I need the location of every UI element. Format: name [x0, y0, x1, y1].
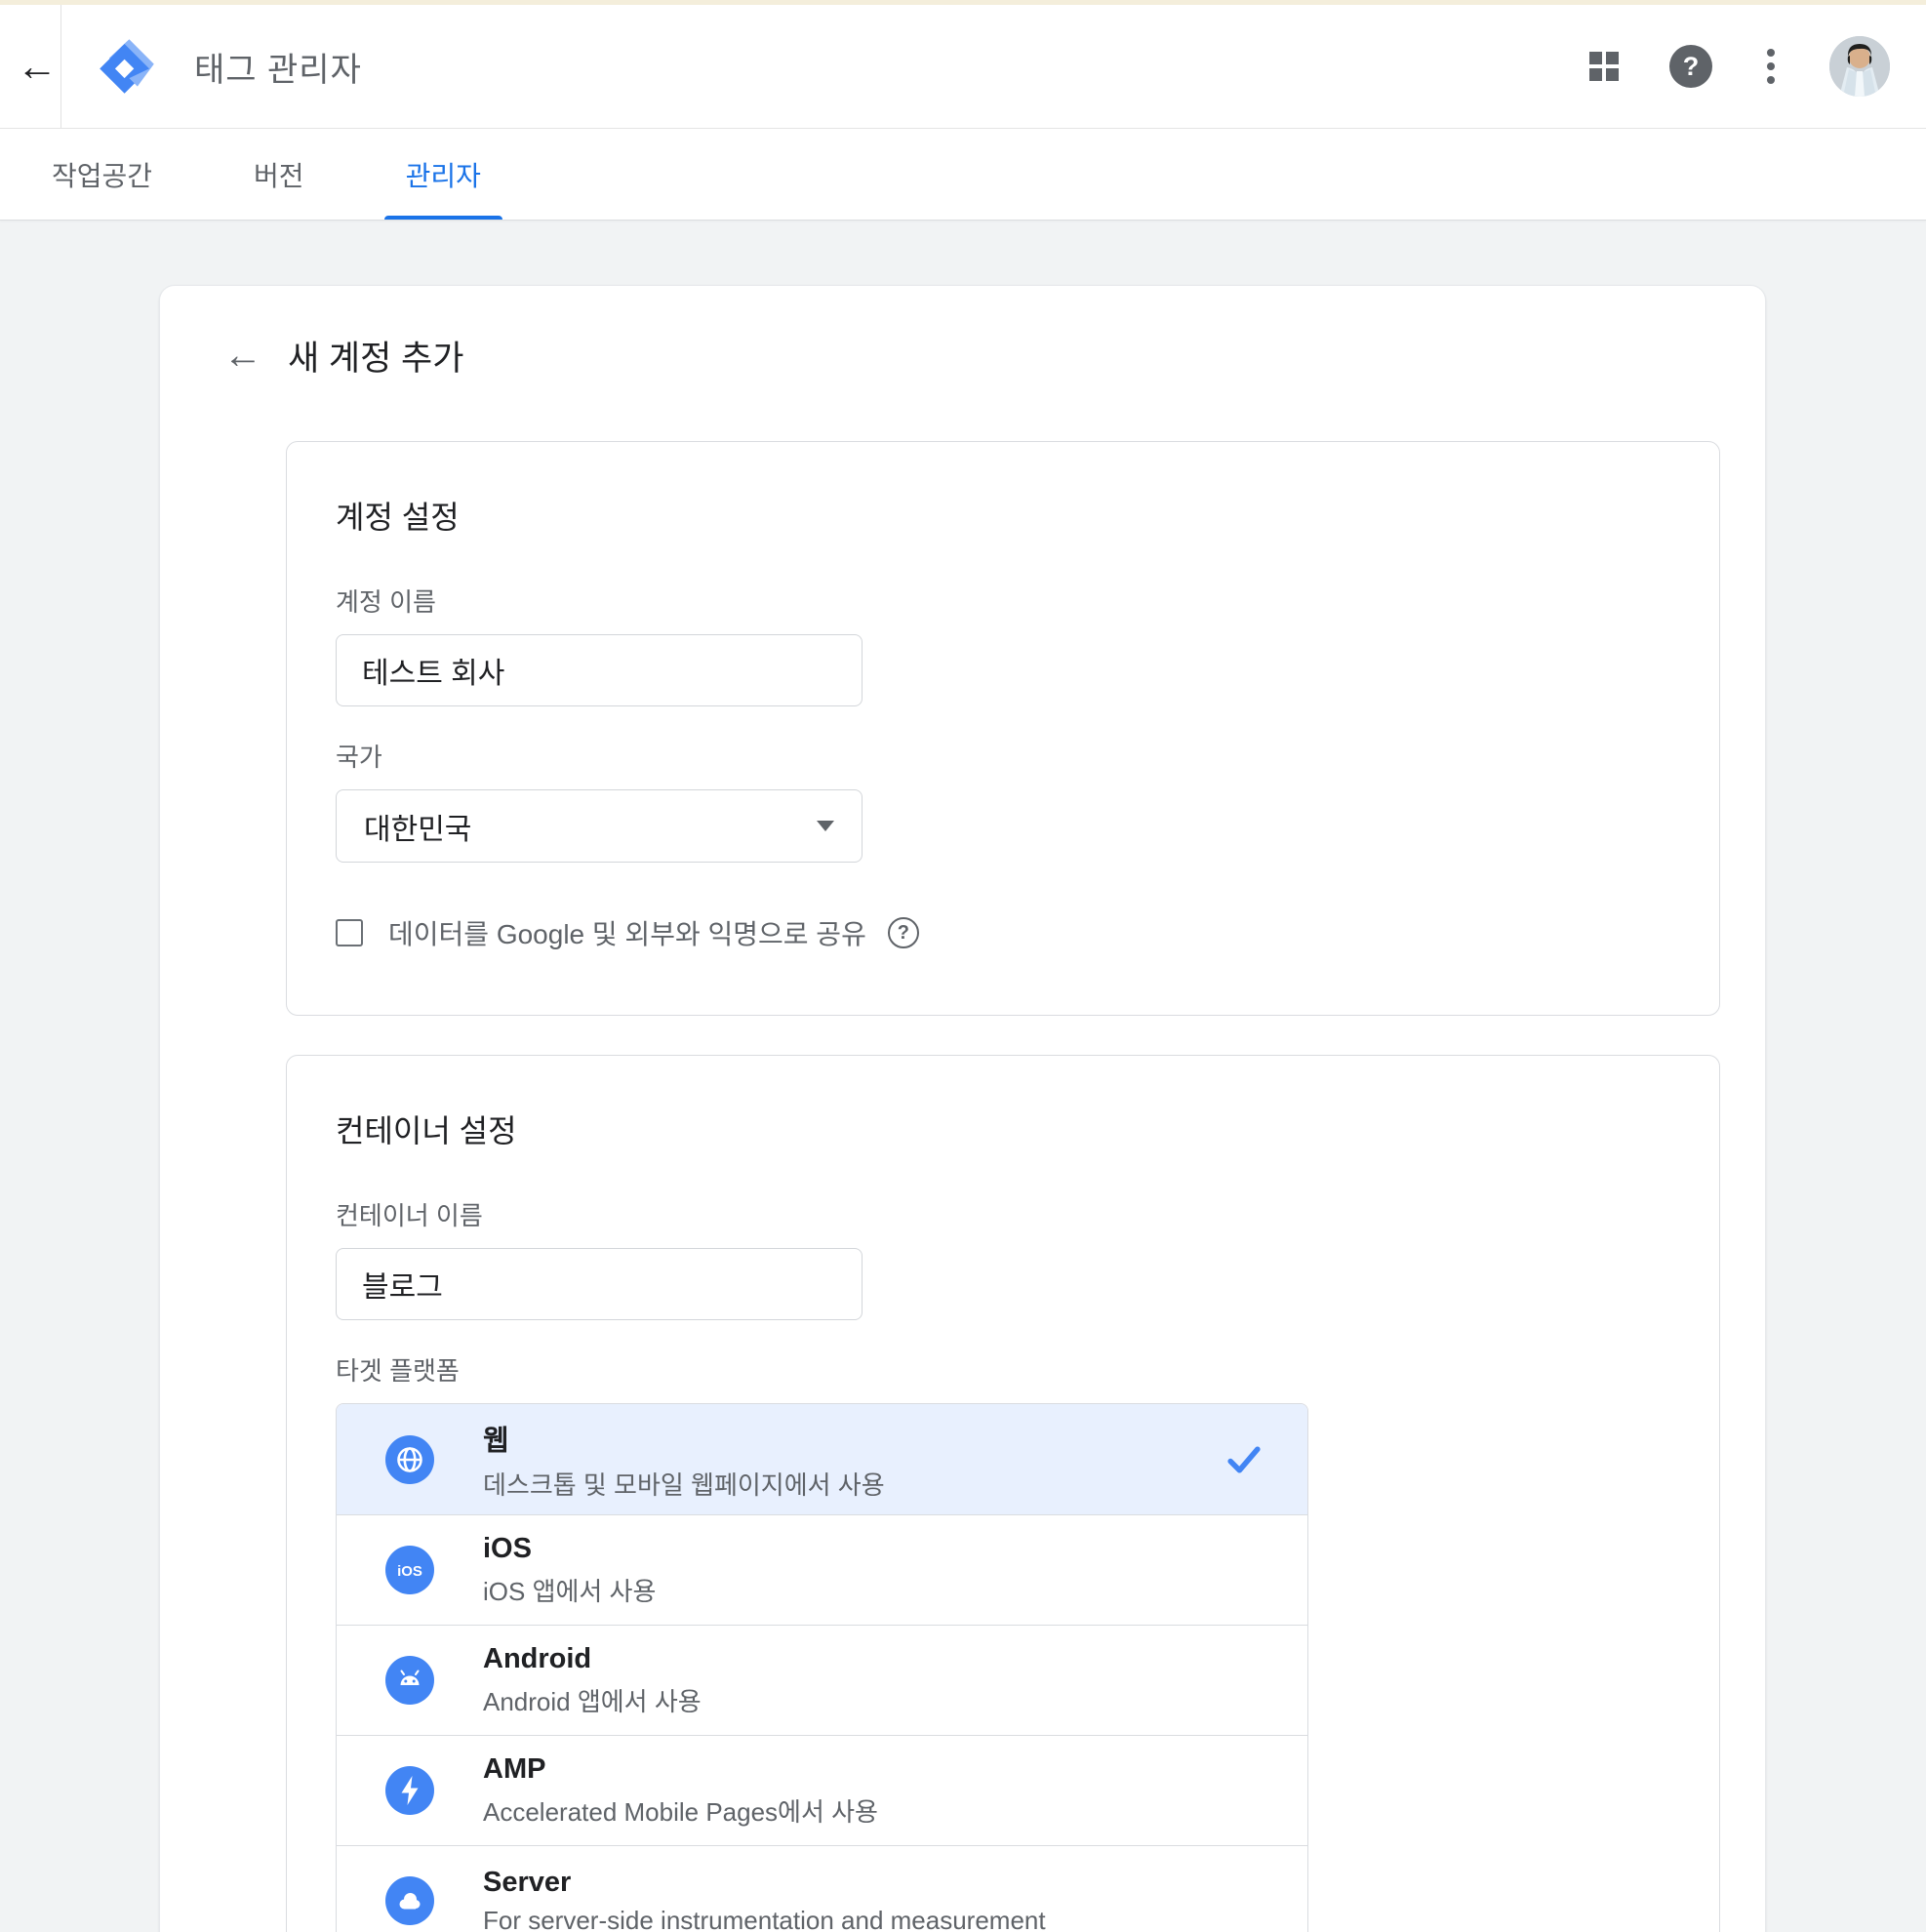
account-name-input[interactable] [336, 634, 863, 706]
app-title: 태그 관리자 [194, 43, 362, 91]
share-data-checkbox[interactable] [336, 919, 363, 946]
platform-title: AMP [483, 1753, 545, 1785]
platform-row-ios[interactable]: iOS iOS iOS 앱에서 사용 [337, 1514, 1307, 1625]
app-header: ← 태그 관리자 ? [0, 5, 1926, 129]
apps-grid-icon[interactable] [1589, 52, 1619, 81]
platform-description: iOS 앱에서 사용 [483, 1572, 1264, 1608]
web-globe-icon [385, 1435, 434, 1484]
add-account-card: ← 새 계정 추가 계정 설정 계정 이름 국가 대한민국 데이터를 Googl… [159, 285, 1766, 1932]
platform-row-android[interactable]: Android Android 앱에서 사용 [337, 1625, 1307, 1735]
admin-content: ← 새 계정 추가 계정 설정 계정 이름 국가 대한민국 데이터를 Googl… [0, 285, 1926, 1932]
chevron-down-icon [817, 821, 834, 831]
country-label: 국가 [336, 738, 1670, 774]
platform-title: Android [483, 1643, 591, 1674]
container-settings-heading: 컨테이너 설정 [336, 1107, 1670, 1151]
account-name-label: 계정 이름 [336, 583, 1670, 619]
tab-admin[interactable]: 관리자 [384, 129, 502, 220]
container-name-label: 컨테이너 이름 [336, 1196, 1670, 1232]
container-name-input[interactable] [336, 1248, 863, 1320]
page-title: 새 계정 추가 [288, 331, 463, 381]
amp-bolt-icon [385, 1766, 434, 1815]
account-settings-heading: 계정 설정 [336, 493, 1670, 538]
tab-workspace[interactable]: 작업공간 [30, 129, 174, 220]
platform-title: iOS [483, 1533, 532, 1564]
active-tab-underline [384, 216, 502, 220]
country-selected-value: 대한민국 [364, 805, 471, 848]
platform-row-server[interactable]: Server For server-side instrumentation a… [337, 1845, 1307, 1932]
platform-title: Server [483, 1867, 571, 1898]
tag-manager-logo-icon [99, 38, 155, 95]
help-icon[interactable]: ? [1669, 45, 1712, 88]
platform-list: 웹 데스크톱 및 모바일 웹페이지에서 사용 iOS iOS iOS 앱에서 사… [336, 1403, 1308, 1932]
more-vertical-icon[interactable] [1763, 45, 1779, 88]
ios-icon: iOS [385, 1546, 434, 1594]
platform-description: 데스크톱 및 모바일 웹페이지에서 사용 [483, 1466, 1224, 1502]
browser-back-button[interactable]: ← [14, 43, 60, 90]
platform-description: Android 앱에서 사용 [483, 1682, 1264, 1718]
share-help-icon[interactable]: ? [888, 917, 919, 948]
platform-title: 웹 [483, 1426, 509, 1457]
target-platform-label: 타겟 플랫폼 [336, 1351, 1670, 1388]
country-select[interactable]: 대한민국 [336, 789, 863, 863]
top-tab-bar: 작업공간 버전 관리자 [0, 129, 1926, 221]
android-icon [385, 1656, 434, 1705]
selected-check-icon [1224, 1440, 1264, 1479]
account-settings-panel: 계정 설정 계정 이름 국가 대한민국 데이터를 Google 및 외부와 익명… [286, 441, 1720, 1016]
container-settings-panel: 컨테이너 설정 컨테이너 이름 타겟 플랫폼 웹 데스크톱 및 모바일 웹페이지… [286, 1055, 1720, 1932]
platform-row-amp[interactable]: AMP Accelerated Mobile Pages에서 사용 [337, 1735, 1307, 1845]
header-divider [60, 5, 61, 128]
platform-description: For server-side instrumentation and meas… [483, 1906, 1264, 1932]
platform-description: Accelerated Mobile Pages에서 사용 [483, 1792, 1264, 1829]
page-back-button[interactable]: ← [223, 337, 262, 376]
share-data-label: 데이터를 Google 및 외부와 익명으로 공유 [388, 913, 866, 952]
svg-text:iOS: iOS [397, 1563, 422, 1580]
platform-row-web[interactable]: 웹 데스크톱 및 모바일 웹페이지에서 사용 [337, 1404, 1307, 1514]
tab-versions[interactable]: 버전 [232, 129, 326, 220]
server-cloud-icon [385, 1876, 434, 1925]
avatar[interactable] [1829, 36, 1890, 97]
